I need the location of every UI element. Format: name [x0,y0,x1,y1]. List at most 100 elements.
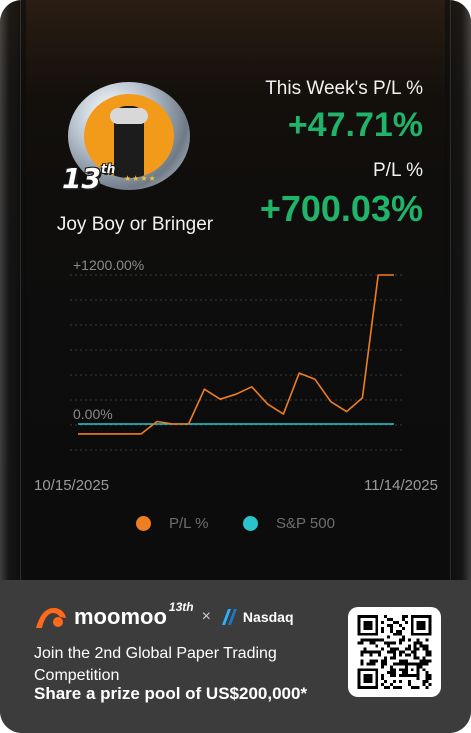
qr-module [401,650,405,654]
qr-module [413,641,417,645]
qr-module [393,668,396,672]
qr-module [387,644,391,648]
qr-module [363,647,367,651]
qr-module [419,644,423,648]
qr-module [428,674,432,678]
avatar-figure-head [110,108,148,124]
qr-module [360,659,364,663]
brand-row: moomoo 13th × Nasdaq [34,600,294,632]
qr-module [390,668,394,672]
qr-module [398,650,402,654]
qr-module [401,626,405,630]
qr-module [366,650,370,654]
qr-module [422,662,426,666]
qr-module [360,638,364,642]
qr-module [363,650,367,654]
legend-item-sp500: S&P 500 [243,513,335,533]
qr-module [390,671,394,675]
qr-module [369,653,373,657]
qr-module [375,659,379,663]
qr-module [357,641,361,645]
rank-badge: 13th [62,162,132,195]
qr-module [398,653,402,657]
brand-name: moomoo [74,604,167,629]
series-line-pl [78,274,394,435]
qr-module [393,653,396,657]
qr-module [393,680,396,684]
qr-module [390,665,394,669]
qr-module [425,638,429,642]
qr-module [425,671,429,675]
qr-module [387,686,391,689]
qr-module [381,683,385,687]
qr-module [410,650,414,654]
qr-module [375,644,379,648]
qr-module [395,620,399,624]
qr-module [384,680,388,684]
qr-module [387,623,391,627]
moomoo-logo-icon [36,608,66,628]
qr-module [381,677,385,681]
qr-code[interactable] [348,607,441,697]
qr-module [395,686,399,689]
qr-module [360,662,364,666]
qr-module [407,647,411,651]
star-icon: ★★★★ [124,174,157,183]
qr-module [369,638,373,642]
qr-module [401,668,405,672]
qr-module [425,650,429,654]
qr-module [419,659,423,663]
qr-module [384,615,388,618]
qr-module [381,674,385,678]
brand-edition: 13th [168,600,194,614]
qr-module [372,641,376,645]
qr-module [381,665,385,669]
qr-module [390,656,394,660]
qr-module [393,647,396,651]
qr-module [401,617,405,621]
qr-module [384,686,388,689]
y-tick-label: 0.00% [73,406,113,422]
pl-chart: +1200.00% 0.00% 10/15/2025 11/14/2025 [0,250,471,510]
qr-module [378,653,382,657]
qr-module [407,683,411,687]
qr-module [381,629,385,633]
qr-module [425,686,429,689]
qr-module [410,686,414,689]
qr-module [413,656,417,660]
qr-module [398,629,402,633]
qr-module [398,662,402,666]
qr-module [387,671,391,675]
qr-module [372,659,376,663]
week-pl-label: This Week's P/L % [265,78,423,99]
qr-module [393,620,396,624]
qr-module [401,662,405,666]
qr-module [401,671,405,675]
qr-module [390,674,394,678]
qr-module [413,647,417,651]
legend-dot-sp500 [243,515,258,531]
qr-module [419,665,423,669]
qr-module [381,620,385,624]
promo-headline: Share a prize pool of US$200,000* [34,684,308,703]
qr-module [393,671,396,675]
legend-dot-pl [136,515,151,531]
qr-module [384,656,388,660]
qr-module [422,680,426,684]
qr-module [398,641,402,645]
qr-module [393,656,396,660]
qr-module [363,674,373,684]
qr-module [425,644,429,648]
qr-module [366,638,370,642]
qr-module [428,659,432,663]
qr-module [404,615,408,618]
qr-module [395,632,399,636]
qr-module [360,650,364,654]
y-tick-label: +1200.00% [73,257,144,273]
qr-module [425,680,429,684]
nasdaq-logo-icon [221,609,237,625]
qr-module [393,662,396,666]
qr-module [428,683,432,687]
qr-module [404,653,408,657]
qr-module [360,653,364,657]
